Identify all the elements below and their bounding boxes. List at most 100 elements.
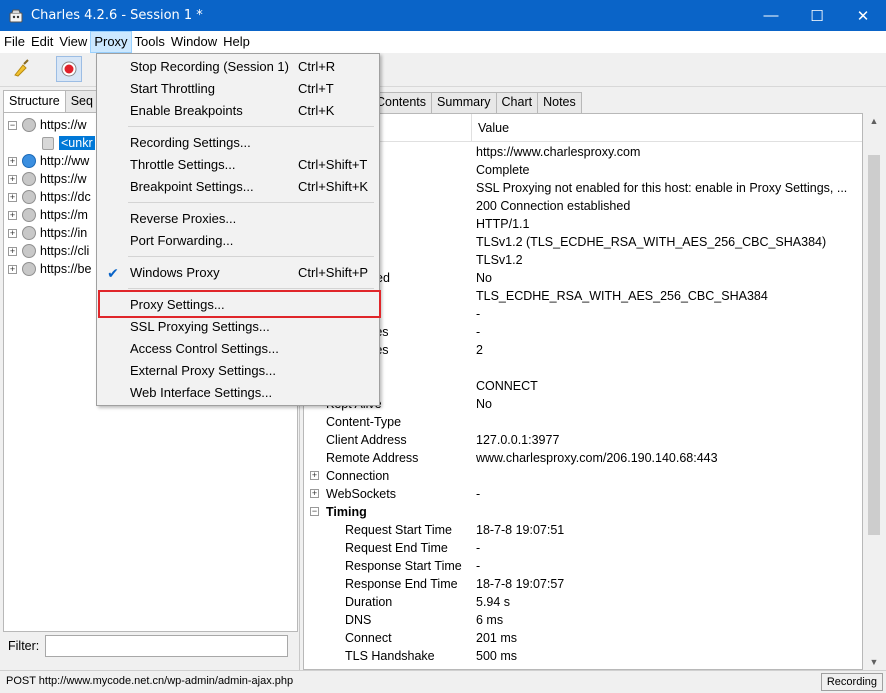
- table-row[interactable]: SuiteTLS_ECDHE_RSA_WITH_AES_256_CBC_SHA3…: [304, 287, 862, 305]
- tree-row[interactable]: + https://be: [8, 260, 91, 278]
- expand-icon[interactable]: +: [310, 489, 319, 498]
- collapse-icon[interactable]: −: [8, 120, 17, 130]
- collapse-icon[interactable]: −: [310, 507, 319, 516]
- tree-row[interactable]: − https://w: [8, 116, 87, 134]
- table-row[interactable]: + Connection: [304, 467, 862, 485]
- menu-item-external-proxy-settings[interactable]: External Proxy Settings...: [99, 360, 377, 382]
- row-value: Complete: [476, 163, 530, 177]
- tree-row[interactable]: + https://dc: [8, 188, 91, 206]
- menu-proxy[interactable]: Proxy: [90, 31, 132, 53]
- recording-button[interactable]: Recording: [820, 673, 883, 691]
- menu-item-access-control-settings[interactable]: Access Control Settings...: [99, 338, 377, 360]
- menu-item-reverse-proxies[interactable]: Reverse Proxies...: [99, 208, 377, 230]
- tab-summary[interactable]: Summary: [431, 92, 497, 113]
- menu-item-port-forwarding[interactable]: Port Forwarding...: [99, 230, 377, 252]
- tab-structure[interactable]: Structure: [3, 90, 66, 113]
- menu-item-ssl-proxying-settings[interactable]: SSL Proxying Settings...: [99, 316, 377, 338]
- table-row[interactable]: DNS 6 ms: [304, 611, 862, 629]
- minimize-button[interactable]: —: [748, 0, 794, 31]
- request-label: <unkr: [59, 136, 95, 150]
- menu-edit[interactable]: Edit: [28, 31, 56, 53]
- table-row[interactable]: Connect 201 ms: [304, 629, 862, 647]
- menu-item-windows-proxy[interactable]: ✔ Windows Proxy Ctrl+Shift+P: [99, 262, 377, 284]
- expand-icon[interactable]: +: [8, 246, 17, 256]
- menu-tools[interactable]: Tools: [132, 31, 168, 53]
- table-row[interactable]: colTLSv1.2: [304, 251, 862, 269]
- menu-item-breakpoint-settings[interactable]: Breakpoint Settings... Ctrl+Shift+K: [99, 176, 377, 198]
- expand-icon[interactable]: +: [8, 210, 17, 220]
- filter-input[interactable]: [45, 635, 289, 657]
- table-row[interactable]: e Code200 Connection established: [304, 197, 862, 215]
- row-value: -: [476, 487, 481, 501]
- tree-row[interactable]: + https://w: [8, 170, 87, 188]
- menu-item-shortcut: Ctrl+T: [298, 81, 334, 96]
- tree-row[interactable]: + https://in: [8, 224, 87, 242]
- scroll-up-icon[interactable]: ▲: [865, 113, 883, 129]
- table-row[interactable]: CONNECT: [304, 377, 862, 395]
- table-row[interactable]: TLSv1.2 (TLS_ECDHE_RSA_WITH_AES_256_CBC_…: [304, 233, 862, 251]
- table-row[interactable]: Response End Time 18-7-8 19:07:57: [304, 575, 862, 593]
- expand-icon[interactable]: +: [8, 228, 17, 238]
- tab-sequence[interactable]: Seq: [64, 90, 99, 112]
- close-button[interactable]: ✕: [840, 0, 886, 31]
- menu-item-web-interface-settings[interactable]: Web Interface Settings...: [99, 382, 377, 404]
- table-row[interactable]: ions: [304, 359, 862, 377]
- expand-icon[interactable]: +: [310, 471, 319, 480]
- menu-item-enable-breakpoints[interactable]: Enable Breakpoints Ctrl+K: [99, 100, 377, 122]
- value-column-header[interactable]: Value: [471, 114, 509, 142]
- table-row[interactable]: − Timing: [304, 503, 862, 521]
- table-row[interactable]: + WebSockets -: [304, 485, 862, 503]
- table-row[interactable]: SSL Proxying not enabled for this host: …: [304, 179, 862, 197]
- table-row[interactable]: Client Address 127.0.0.1:3977: [304, 431, 862, 449]
- table-row[interactable]: Certificates-: [304, 323, 862, 341]
- table-row[interactable]: Kept AliveNo: [304, 395, 862, 413]
- scroll-thumb[interactable]: [868, 155, 880, 535]
- row-key: Client Address: [326, 433, 407, 447]
- table-row[interactable]: Request Start Time 18-7-8 19:07:51: [304, 521, 862, 539]
- scroll-down-icon[interactable]: ▼: [865, 654, 883, 670]
- expand-icon[interactable]: +: [8, 192, 17, 202]
- table-row[interactable]: Duration 5.94 s: [304, 593, 862, 611]
- menu-file[interactable]: File: [1, 31, 28, 53]
- clear-session-button[interactable]: [9, 56, 35, 82]
- table-row[interactable]: Certificates2: [304, 341, 862, 359]
- tab-notes[interactable]: Notes: [537, 92, 582, 113]
- tree-row[interactable]: + http://ww: [8, 152, 89, 170]
- menu-item-shortcut: Ctrl+K: [298, 103, 335, 118]
- table-row[interactable]: -: [304, 305, 862, 323]
- expand-icon[interactable]: +: [8, 156, 17, 166]
- menu-item-start-throttling[interactable]: Start Throttling Ctrl+T: [99, 78, 377, 100]
- tree-row[interactable]: <unkr: [42, 134, 95, 152]
- overview-table: Value https://www.charlesproxy.com Comple…: [303, 113, 863, 670]
- table-row[interactable]: n ResumedNo: [304, 269, 862, 287]
- expand-icon[interactable]: +: [8, 264, 17, 274]
- menu-item-stop-recording-session-1[interactable]: Stop Recording (Session 1) Ctrl+R: [99, 56, 377, 78]
- tab-chart[interactable]: Chart: [495, 92, 539, 113]
- row-value: www.charlesproxy.com/206.190.140.68:443: [476, 451, 718, 465]
- expand-icon[interactable]: +: [8, 174, 17, 184]
- menu-window[interactable]: Window: [168, 31, 220, 53]
- menu-item-throttle-settings[interactable]: Throttle Settings... Ctrl+Shift+T: [99, 154, 377, 176]
- table-row[interactable]: Response Start Time -: [304, 557, 862, 575]
- globe-icon: [22, 154, 36, 168]
- record-button[interactable]: [56, 56, 82, 82]
- menu-help[interactable]: Help: [220, 31, 253, 53]
- row-value: 18-7-8 19:07:57: [476, 577, 565, 591]
- row-value: HTTP/1.1: [476, 217, 530, 231]
- checkmark-icon: ✔: [107, 265, 119, 281]
- table-row[interactable]: Complete: [304, 161, 862, 179]
- menu-item-recording-settings[interactable]: Recording Settings...: [99, 132, 377, 154]
- maximize-button[interactable]: ☐: [794, 0, 840, 31]
- table-row[interactable]: Remote Address www.charlesproxy.com/206.1…: [304, 449, 862, 467]
- menu-item-shortcut: Ctrl+Shift+K: [298, 179, 369, 194]
- row-value: TLSv1.2: [476, 253, 523, 267]
- table-row[interactable]: Content-Type: [304, 413, 862, 431]
- table-row[interactable]: HTTP/1.1: [304, 215, 862, 233]
- menu-view[interactable]: View: [56, 31, 90, 53]
- table-row[interactable]: https://www.charlesproxy.com: [304, 143, 862, 161]
- tree-row[interactable]: + https://cli: [8, 242, 89, 260]
- vertical-scrollbar[interactable]: ▲ ▼: [865, 113, 883, 670]
- tree-row[interactable]: + https://m: [8, 206, 88, 224]
- table-row[interactable]: TLS Handshake 500 ms: [304, 647, 862, 665]
- table-row[interactable]: Request End Time -: [304, 539, 862, 557]
